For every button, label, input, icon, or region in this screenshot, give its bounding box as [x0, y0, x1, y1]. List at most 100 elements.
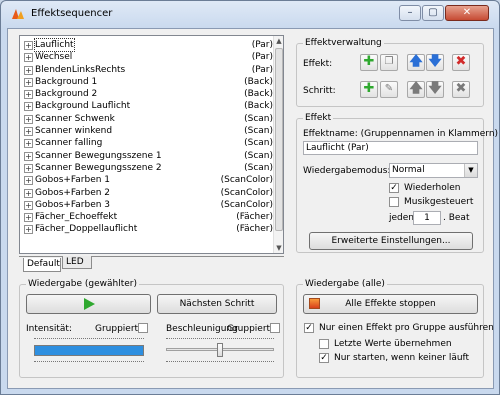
- arrow-up-icon: 🡅: [409, 54, 423, 69]
- stop-all-button[interactable]: Alle Effekte stoppen: [303, 294, 478, 314]
- expand-icon[interactable]: +: [24, 151, 33, 161]
- effect-group-type: (ScanColor): [220, 175, 273, 186]
- only-start-checkbox[interactable]: ✓: [319, 353, 329, 363]
- window-title: Effektsequencer: [31, 8, 113, 19]
- add-step-button[interactable]: ✚: [360, 81, 378, 98]
- expand-icon[interactable]: +: [24, 41, 33, 50]
- next-step-button[interactable]: Nächsten Schritt: [157, 294, 277, 314]
- intensity-grouped-checkbox[interactable]: [138, 323, 148, 333]
- music-controlled-checkbox[interactable]: [389, 197, 399, 207]
- move-effect-up-button[interactable]: 🡅: [407, 54, 425, 71]
- effect-name-input[interactable]: Lauflicht (Par): [303, 141, 478, 155]
- play-button[interactable]: [26, 294, 151, 314]
- client-area: + Lauflicht (Par) + Wechsel (Par) + BlendenLink…: [7, 28, 498, 389]
- expand-icon[interactable]: +: [24, 176, 33, 186]
- effect-name-label: Effektname: (Gruppennamen in Klammern): [303, 129, 499, 139]
- effect-tree-item[interactable]: + Scanner winkend (Scan): [20, 125, 275, 137]
- maximize-button[interactable]: ▢: [422, 5, 444, 21]
- effect-tree-scrollbar[interactable]: ▲ ▼: [273, 36, 283, 253]
- effect-tree[interactable]: + Lauflicht (Par) + Wechsel (Par) + BlendenLink…: [19, 35, 284, 254]
- effect-tree-item[interactable]: + Scanner falling (Scan): [20, 137, 275, 149]
- move-effect-down-button[interactable]: 🡇: [426, 54, 444, 71]
- effect-tree-item[interactable]: + Scanner Bewegungsszene 2 (Scan): [20, 162, 275, 174]
- effect-tree-item[interactable]: + Gobos+Farben 2 (ScanColor): [20, 187, 275, 199]
- title-bar[interactable]: Effektsequencer – ▢ ✕: [1, 1, 499, 27]
- delete-effect-button[interactable]: ✖: [452, 54, 470, 71]
- effect-name: Gobos+Farben 1: [35, 175, 111, 186]
- effect-tree-item[interactable]: + Background 1 (Back): [20, 76, 275, 88]
- expand-icon[interactable]: +: [24, 65, 33, 75]
- intensity-slider[interactable]: [34, 345, 144, 356]
- effect-name: Fächer_Doppellauflicht: [35, 224, 138, 235]
- copy-effect-button[interactable]: ❐: [380, 54, 398, 71]
- last-values-checkbox[interactable]: [319, 339, 329, 349]
- expand-icon[interactable]: +: [24, 213, 33, 223]
- tab-default[interactable]: Default: [23, 258, 61, 272]
- repeat-label: Wiederholen: [404, 183, 461, 193]
- effect-tree-item[interactable]: + Gobos+Farben 3 (ScanColor): [20, 199, 275, 211]
- expand-icon[interactable]: +: [24, 90, 33, 100]
- playback-mode-value: Normal: [392, 165, 425, 175]
- one-per-group-checkbox[interactable]: ✓: [304, 323, 314, 333]
- edit-step-button[interactable]: ✎: [380, 81, 398, 98]
- move-step-down-button[interactable]: 🡇: [426, 81, 444, 98]
- acceleration-slider-thumb[interactable]: [217, 343, 223, 357]
- expand-icon[interactable]: +: [24, 114, 33, 124]
- expand-icon[interactable]: +: [24, 163, 33, 173]
- expand-icon[interactable]: +: [24, 139, 33, 149]
- expand-icon[interactable]: +: [24, 102, 33, 112]
- effect-tree-item[interactable]: + Fächer_Echoeffekt (Fächer): [20, 211, 275, 223]
- effect-tree-item[interactable]: + BlendenLinksRechts (Par): [20, 64, 275, 76]
- every-label: jeden: [389, 213, 414, 223]
- effect-group-type: (Scan): [244, 113, 273, 124]
- add-effect-button[interactable]: ✚: [360, 54, 378, 71]
- effect-group-type: (Scan): [244, 138, 273, 149]
- advanced-settings-button[interactable]: Erweiterte Einstellungen...: [309, 232, 473, 250]
- effect-tree-item[interactable]: + Background Lauflicht (Back): [20, 100, 275, 112]
- check-icon: ✓: [305, 323, 313, 333]
- effect-name: Scanner Bewegungsszene 2: [35, 162, 162, 173]
- effect-name: BlendenLinksRechts: [35, 64, 126, 75]
- intensity-label: Intensität:: [26, 324, 72, 334]
- only-start-label: Nur starten, wenn keiner läuft: [334, 353, 470, 363]
- playback-mode-select[interactable]: Normal ▼: [389, 163, 478, 178]
- effect-tree-item[interactable]: + Lauflicht (Par): [20, 37, 275, 53]
- arrow-down-icon: 🡇: [428, 81, 442, 96]
- effect-list: + Lauflicht (Par) + Wechsel (Par) + BlendenLink…: [20, 37, 275, 236]
- scroll-up-icon[interactable]: ▲: [275, 36, 283, 46]
- effect-tree-item[interactable]: + Scanner Bewegungsszene 1 (Scan): [20, 150, 275, 162]
- minimize-button[interactable]: –: [399, 5, 421, 21]
- close-button[interactable]: ✕: [445, 5, 489, 21]
- playback-selected-title: Wiedergabe (gewählter): [26, 279, 139, 289]
- expand-icon[interactable]: +: [24, 188, 33, 198]
- effect-tree-item[interactable]: + Fächer_Doppellauflicht (Fächer): [20, 223, 275, 235]
- expand-icon[interactable]: +: [24, 225, 33, 235]
- effect-group-type: (Back): [244, 101, 273, 112]
- expand-icon[interactable]: +: [24, 127, 33, 137]
- tab-led[interactable]: LED: [62, 256, 92, 269]
- expand-icon[interactable]: +: [24, 200, 33, 210]
- repeat-checkbox[interactable]: ✓: [389, 183, 399, 193]
- scroll-thumb[interactable]: [275, 48, 283, 231]
- expand-icon[interactable]: +: [24, 53, 33, 63]
- chevron-down-icon[interactable]: ▼: [464, 164, 477, 177]
- effect-tree-item[interactable]: + Gobos+Farben 1 (ScanColor): [20, 174, 275, 186]
- effect-tree-item[interactable]: + Scanner Schwenk (Scan): [20, 113, 275, 125]
- acceleration-grouped-checkbox[interactable]: [270, 323, 280, 333]
- expand-icon[interactable]: +: [24, 77, 33, 87]
- plus-icon: ✚: [363, 54, 375, 69]
- beat-input[interactable]: 1: [413, 211, 441, 225]
- acceleration-ticks-bottom: [166, 361, 274, 363]
- delete-step-button[interactable]: ✖: [452, 81, 470, 98]
- copy-icon: ❐: [384, 56, 394, 67]
- playback-all-group: Wiedergabe (alle) Alle Effekte stoppen ✓…: [296, 279, 494, 378]
- stop-icon: [309, 298, 320, 309]
- scroll-down-icon[interactable]: ▼: [275, 243, 283, 253]
- effect-tree-item[interactable]: + Wechsel (Par): [20, 51, 275, 63]
- effect-name: Gobos+Farben 3: [35, 199, 111, 210]
- main-window: Effektsequencer – ▢ ✕ + Lauflicht (Par) + We…: [0, 0, 500, 395]
- delete-icon: ✖: [455, 54, 467, 69]
- effect-tree-item[interactable]: + Background 2 (Back): [20, 88, 275, 100]
- intensity-ticks-bottom: [34, 361, 144, 363]
- move-step-up-button[interactable]: 🡅: [407, 81, 425, 98]
